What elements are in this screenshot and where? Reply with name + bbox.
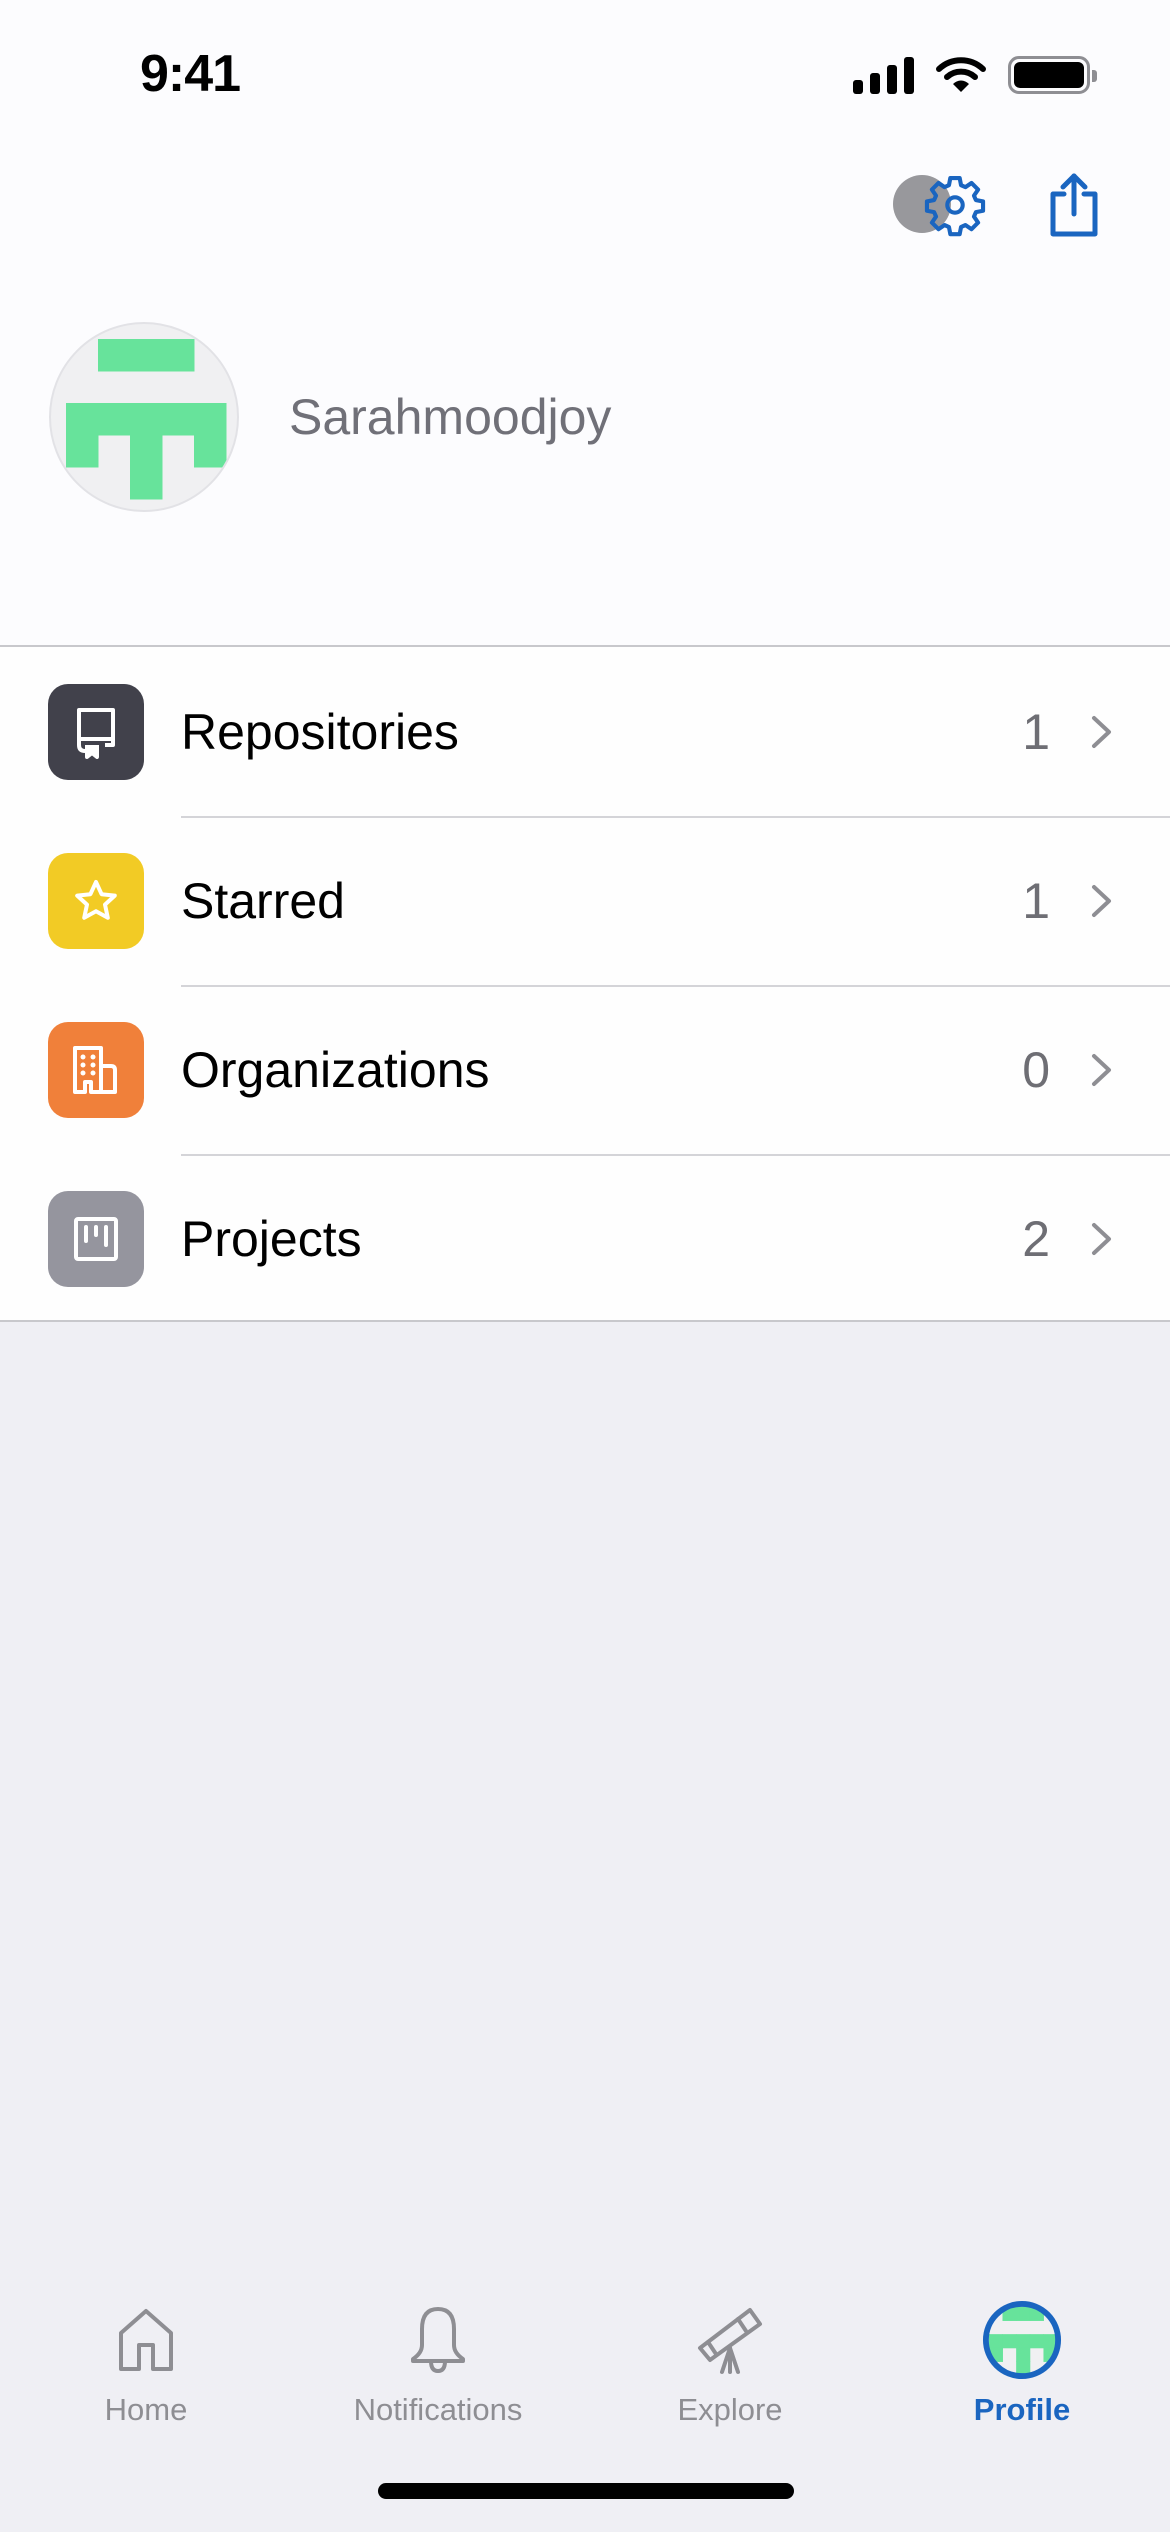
menu-item-repositories[interactable]: Repositories 1 [0,647,1170,816]
chevron-right-icon [1092,1053,1111,1086]
avatar-icon [982,2300,1062,2380]
menu-item-count: 1 [1022,872,1050,929]
organizations-icon-tile [48,1021,144,1118]
identicon-cell [98,339,131,372]
menu-item-label: Organizations [181,1041,490,1098]
menu-item-organizations[interactable]: Organizations 0 [0,985,1170,1154]
projects-icon-tile [48,1190,144,1287]
tab-label: Home [104,2392,188,2427]
share-icon [1050,173,1098,237]
chevron-right-icon [1092,715,1111,748]
tab-profile[interactable]: Profile [876,2300,1168,2450]
chevron-right-icon [1092,884,1111,917]
home-indicator [378,2483,794,2499]
menu-item-count: 1 [1022,703,1050,760]
telescope-icon [698,2308,762,2374]
menu-item-label: Starred [181,872,345,929]
identicon-image [66,339,227,500]
identicon-cell [1016,2347,1031,2362]
menu-item-count: 2 [1022,1210,1050,1267]
avatar[interactable] [49,322,239,512]
cellular-signal-icon [853,56,914,94]
repo-icon [77,707,115,759]
identicon-cell [988,2334,1003,2349]
battery-icon [1008,56,1097,94]
menu-item-projects[interactable]: Projects 2 [0,1154,1170,1323]
chevron-right-icon [1092,1222,1111,1255]
organization-icon [73,1045,117,1094]
menu-item-label: Repositories [181,703,459,760]
share-button[interactable] [1040,168,1108,242]
identicon-cell [194,435,227,468]
home-icon [119,2309,173,2371]
tab-home[interactable]: Home [0,2300,292,2450]
wifi-icon [936,57,986,92]
tab-explore[interactable]: Explore [584,2300,876,2450]
identicon-cell [194,403,227,436]
identicon-cell [162,403,195,436]
identicon-cell [1002,2334,1017,2349]
menu-item-starred[interactable]: Starred 1 [0,816,1170,985]
identicon-cell [130,435,163,468]
identicon-cell [98,403,131,436]
status-time: 9:41 [140,45,241,103]
identicon-cell [1016,2306,1031,2321]
identicon-cell [130,467,163,500]
profile-menu-list: Repositories 1 Starred 1 Organizations 0… [0,645,1170,1322]
tab-label: Explore [677,2392,783,2427]
identicon-cell [66,403,99,436]
starred-icon-tile [48,852,144,949]
identicon-cell [130,403,163,436]
identicon-cell [130,339,163,372]
repositories-icon-tile [48,683,144,780]
star-icon [75,879,117,920]
bell-icon [411,2307,465,2373]
menu-item-count: 0 [1022,1041,1050,1098]
settings-button[interactable] [920,170,990,240]
identicon-cell [1016,2334,1031,2349]
tab-notifications[interactable]: Notifications [292,2300,584,2450]
identicon-cell [162,339,195,372]
status-icons [853,56,1097,94]
tab-label: Profile [973,2392,1071,2427]
identicon-cell [1029,2334,1044,2349]
gear-icon [924,175,986,237]
project-icon [74,1216,118,1261]
identicon-cell [66,435,99,468]
username: Sarahmoodjoy [289,389,612,445]
menu-item-label: Projects [181,1210,362,1267]
tab-label: Notifications [353,2392,523,2427]
